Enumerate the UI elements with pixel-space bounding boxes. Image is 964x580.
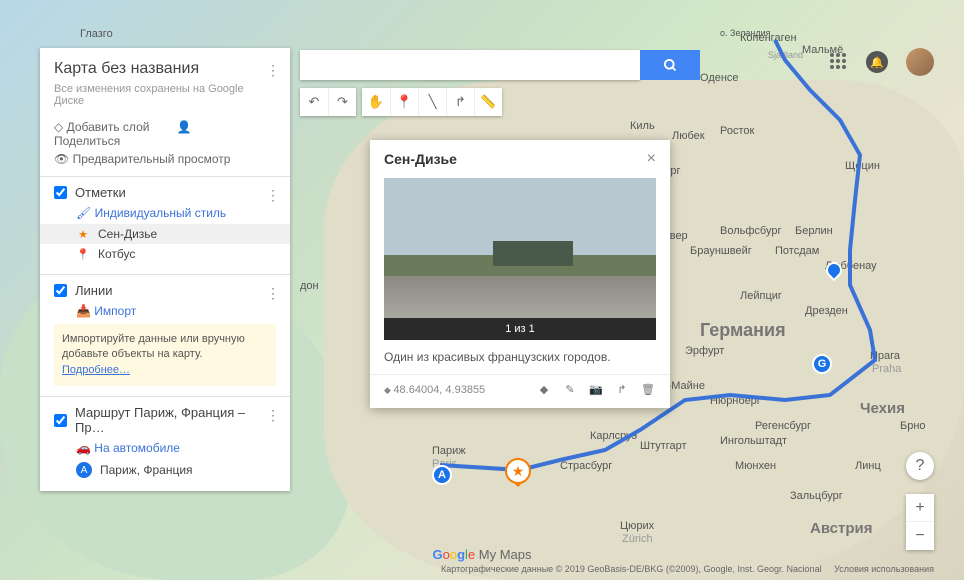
delete-icon[interactable]: 🗑 (640, 383, 656, 396)
layer-name[interactable]: Линии (75, 283, 113, 298)
help-button[interactable]: ? (906, 452, 934, 480)
layer-route: Маршрут Париж, Франция – Пр… ⋮ 🚗 На авто… (40, 396, 290, 491)
infocard-title: Сен-Дизье (384, 151, 457, 167)
import-link[interactable]: 📥 Импорт (76, 304, 276, 318)
search-bar (300, 50, 700, 80)
add-layer-button[interactable]: ◇ Добавить слой (54, 120, 161, 134)
edit-icon[interactable]: ✎ (562, 383, 578, 396)
infocard-coords: 48.64004, 4.93855 (384, 384, 485, 396)
preview-button[interactable]: 👁 Предварительный просмотр (54, 152, 264, 166)
layer-item-sendizie[interactable]: ★Сен-Дизье (40, 224, 290, 244)
notifications-icon[interactable]: 🔔 (866, 51, 888, 73)
infocard-image[interactable] (384, 178, 656, 318)
travel-mode-link[interactable]: 🚗 На автомобиле (76, 441, 276, 455)
star-icon: ★ (76, 227, 90, 241)
apps-icon[interactable] (830, 53, 848, 71)
pan-button[interactable]: ✋ (362, 88, 390, 116)
style-icon[interactable]: ◆ (536, 383, 552, 396)
zoom-control: + − (906, 494, 934, 550)
google-mymaps-logo: Google My Maps (432, 547, 531, 562)
layer-checkbox[interactable] (54, 284, 67, 297)
camera-icon[interactable]: 📷 (588, 383, 604, 396)
add-marker-button[interactable]: 📍 (390, 88, 418, 116)
search-button[interactable] (640, 50, 700, 80)
top-icons: 🔔 (830, 48, 934, 76)
layer-checkbox[interactable] (54, 186, 67, 199)
layer-menu-button[interactable]: ⋮ (266, 187, 280, 204)
map-toolbar: ↶ ↷ ✋ 📍 ╲ ↱ 📏 (300, 88, 502, 116)
marker-paris-a[interactable]: A (432, 465, 452, 485)
layer-item-cottbus[interactable]: 📍Котбус (54, 244, 276, 264)
infocard-pointer (510, 398, 530, 418)
place-infocard: Сен-Дизье × 1 из 1 Один из красивых фран… (370, 140, 670, 408)
search-input[interactable] (300, 50, 640, 80)
tip-more-link[interactable]: Подробнее… (62, 364, 130, 376)
pin-icon: 📍 (76, 247, 90, 261)
undo-button[interactable]: ↶ (300, 88, 328, 116)
search-icon (663, 58, 678, 73)
draw-line-button[interactable]: ╲ (418, 88, 446, 116)
layer-markers: Отметки ⋮ 🖌 Индивидуальный стиль ★Сен-Ди… (40, 176, 290, 274)
zoom-in-button[interactable]: + (906, 494, 934, 522)
layer-name[interactable]: Маршрут Париж, Франция – Пр… (75, 405, 276, 435)
marker-star[interactable]: ★ (505, 458, 531, 484)
terms-link[interactable]: Условия использования (834, 564, 934, 574)
infocard-description: Один из красивых французских городов. (370, 340, 670, 374)
save-status: Все изменения сохранены на Google Диске (54, 83, 276, 107)
layer-menu-button[interactable]: ⋮ (266, 285, 280, 302)
map-title[interactable]: Карта без названия (54, 60, 276, 78)
close-icon[interactable]: × (647, 150, 656, 168)
route-point-a[interactable]: AПариж, Франция (54, 459, 276, 481)
redo-button[interactable]: ↷ (328, 88, 356, 116)
sidebar-panel: Карта без названия Все изменения сохране… (40, 48, 290, 491)
directions-button[interactable]: ↱ (446, 88, 474, 116)
image-counter: 1 из 1 (384, 318, 656, 340)
layer-name[interactable]: Отметки (75, 185, 126, 200)
map-menu-button[interactable]: ⋮ (266, 62, 280, 79)
map-attribution: Картографические данные © 2019 GeoBasis-… (431, 564, 934, 574)
layer-lines: Линии ⋮ 📥 Импорт Импортируйте данные или… (40, 274, 290, 396)
zoom-out-button[interactable]: − (906, 522, 934, 550)
layer-checkbox[interactable] (54, 414, 67, 427)
style-link[interactable]: 🖌 Индивидуальный стиль (76, 206, 276, 220)
marker-praha-g[interactable]: G (812, 354, 832, 374)
layer-menu-button[interactable]: ⋮ (266, 407, 280, 424)
measure-button[interactable]: 📏 (474, 88, 502, 116)
user-avatar[interactable] (906, 48, 934, 76)
route-icon[interactable]: ↱ (614, 383, 630, 396)
import-tip: Импортируйте данные или вручную добавьте… (54, 324, 276, 386)
route-letter-icon: A (76, 462, 92, 478)
